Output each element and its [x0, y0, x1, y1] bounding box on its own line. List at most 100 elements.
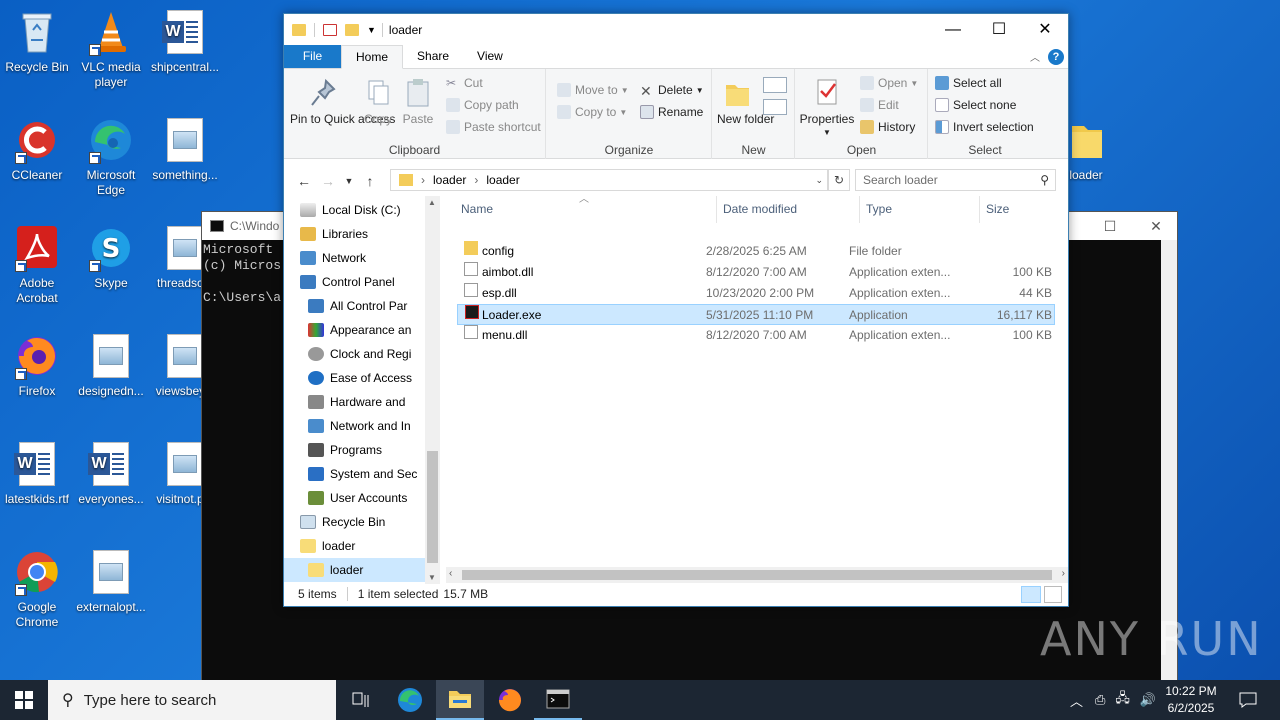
desktop-icon-edge[interactable]: Microsoft Edge	[74, 116, 148, 198]
breadcrumb-item[interactable]: loader	[486, 173, 519, 187]
column-header-name[interactable]: Name	[455, 196, 717, 223]
maximize-button[interactable]: ☐	[976, 14, 1022, 45]
properties-quick-icon[interactable]	[323, 23, 337, 36]
taskbar-cmd[interactable]	[534, 680, 582, 720]
nav-item-network[interactable]: Network	[300, 246, 425, 270]
tab-file[interactable]: File	[284, 45, 341, 68]
network-icon[interactable]: 🖧	[1115, 689, 1130, 711]
desktop-icon-something[interactable]: something...	[148, 116, 222, 183]
properties-button[interactable]: Properties ▼	[798, 77, 856, 139]
copy-button[interactable]: Copy	[360, 77, 396, 126]
nav-item-local-disk[interactable]: Local Disk (C:)	[300, 198, 425, 222]
desktop-icon-shipcentral[interactable]: W shipcentral...	[148, 8, 222, 75]
column-header-size[interactable]: Size	[980, 196, 1060, 223]
file-row[interactable]: esp.dll 10/23/2020 2:00 PM Application e…	[457, 283, 1055, 304]
meet-now-icon[interactable]: ⎙	[1095, 692, 1105, 708]
file-row-selected[interactable]: Loader.exe 5/31/2025 11:10 PM Applicatio…	[457, 304, 1055, 325]
nav-item-hardware[interactable]: Hardware and	[308, 390, 425, 414]
desktop-icon-designedn[interactable]: designedn...	[74, 332, 148, 399]
scroll-left-icon[interactable]: ‹	[449, 568, 452, 579]
desktop-icon-acrobat[interactable]: Adobe Acrobat	[0, 224, 74, 306]
scrollbar-thumb[interactable]	[462, 570, 1052, 580]
breadcrumb-item[interactable]: loader	[433, 173, 466, 187]
horizontal-scrollbar[interactable]: ‹ ›	[446, 567, 1068, 583]
tab-view[interactable]: View	[463, 45, 517, 68]
file-explorer-window[interactable]: ▼ loader — ☐ ✕ File Home Share View ︿ ? …	[283, 13, 1069, 607]
select-all-button[interactable]: Select all	[935, 76, 1002, 90]
desktop-icon-firefox[interactable]: Firefox	[0, 332, 74, 399]
edit-button[interactable]: Edit	[860, 98, 899, 112]
cmd-maximize-button[interactable]: ☐	[1087, 212, 1133, 240]
nav-item-appearance[interactable]: Appearance an	[308, 318, 425, 342]
search-input[interactable]: Search loader ⚲	[855, 169, 1056, 191]
nav-item-user-accounts[interactable]: User Accounts	[308, 486, 425, 510]
copy-to-button[interactable]: Copy to ▼	[557, 105, 627, 119]
open-button[interactable]: Open ▼	[860, 76, 918, 90]
desktop-icon-everyones[interactable]: W everyones...	[74, 440, 148, 507]
scroll-up-icon[interactable]: ▲	[428, 198, 436, 207]
nav-item-loader[interactable]: loader	[300, 534, 425, 558]
rename-button[interactable]: Rename	[640, 105, 703, 119]
scroll-right-icon[interactable]: ›	[1062, 568, 1065, 579]
new-item-icon[interactable]	[763, 77, 787, 93]
nav-item-network-internet[interactable]: Network and In	[308, 414, 425, 438]
refresh-icon[interactable]: ↻	[828, 169, 850, 191]
task-view-button[interactable]	[338, 680, 384, 720]
taskbar-firefox[interactable]	[486, 680, 534, 720]
nav-item-all-control-panel[interactable]: All Control Par	[308, 294, 425, 318]
address-dropdown-icon[interactable]: ⌄	[815, 175, 823, 186]
tab-share[interactable]: Share	[403, 45, 463, 68]
collapse-ribbon-icon[interactable]: ︿	[1030, 49, 1040, 64]
new-folder-quick-icon[interactable]	[345, 23, 359, 36]
move-to-button[interactable]: Move to ▼	[557, 83, 629, 97]
close-button[interactable]: ✕	[1022, 14, 1068, 45]
details-view-icon[interactable]	[1021, 586, 1041, 603]
navigation-scrollbar[interactable]: ▲ ▼	[425, 196, 440, 584]
file-row[interactable]: config 2/28/2025 6:25 AM File folder	[457, 241, 1055, 262]
nav-item-recycle-bin[interactable]: Recycle Bin	[300, 510, 425, 534]
desktop-icon-skype[interactable]: S Skype	[74, 224, 148, 291]
new-folder-button[interactable]: New folder	[717, 77, 774, 126]
history-button[interactable]: History	[860, 120, 915, 134]
start-button[interactable]	[0, 680, 48, 720]
nav-item-control-panel[interactable]: Control Panel	[300, 270, 425, 294]
copy-path-button[interactable]: Copy path	[446, 98, 519, 112]
help-icon[interactable]: ?	[1048, 49, 1064, 65]
quick-access-dropdown-icon[interactable]: ▼	[367, 25, 376, 35]
scroll-down-icon[interactable]: ▼	[428, 573, 436, 582]
nav-item-libraries[interactable]: Libraries	[300, 222, 425, 246]
cut-button[interactable]: ✂ Cut	[446, 76, 483, 90]
invert-selection-button[interactable]: Invert selection	[935, 120, 1034, 134]
scrollbar-thumb[interactable]	[427, 451, 438, 563]
nav-item-clock-region[interactable]: Clock and Regi	[308, 342, 425, 366]
nav-item-programs[interactable]: Programs	[308, 438, 425, 462]
recent-locations-chevron-icon[interactable]: ▼	[340, 176, 358, 186]
column-header-date[interactable]: Date modified	[717, 196, 860, 223]
easy-access-icon[interactable]	[763, 99, 787, 115]
tab-home[interactable]: Home	[341, 45, 404, 69]
show-hidden-icons-chevron-icon[interactable]: ︿	[1070, 691, 1083, 710]
file-row[interactable]: aimbot.dll 8/12/2020 7:00 AM Application…	[457, 262, 1055, 283]
forward-arrow-icon[interactable]: →	[316, 173, 340, 189]
back-arrow-icon[interactable]: ←	[292, 173, 316, 189]
file-row[interactable]: menu.dll 8/12/2020 7:00 AM Application e…	[457, 325, 1055, 346]
nav-item-ease-of-access[interactable]: Ease of Access	[308, 366, 425, 390]
volume-icon[interactable]: 🔊	[1140, 692, 1156, 708]
cmd-close-button[interactable]: ✕	[1133, 212, 1179, 240]
action-center-button[interactable]	[1232, 680, 1264, 720]
desktop-icon-vlc[interactable]: VLC media player	[74, 8, 148, 90]
taskbar-search-input[interactable]: ⚲ Type here to search	[48, 680, 336, 720]
taskbar-edge[interactable]	[386, 680, 434, 720]
select-none-button[interactable]: Select none	[935, 98, 1016, 112]
taskbar-file-explorer[interactable]	[436, 680, 484, 720]
nav-item-system-security[interactable]: System and Sec	[308, 462, 425, 486]
nav-item-loader-selected[interactable]: loader	[284, 558, 425, 582]
delete-button[interactable]: ✕ Delete ▼	[640, 83, 704, 99]
minimize-button[interactable]: —	[930, 14, 976, 45]
desktop-icon-recycle-bin[interactable]: Recycle Bin	[0, 8, 74, 75]
column-header-type[interactable]: Type	[860, 196, 980, 223]
desktop-icon-externalopt[interactable]: externalopt...	[74, 548, 148, 615]
paste-button[interactable]: Paste	[400, 77, 436, 126]
desktop-icon-chrome[interactable]: Google Chrome	[0, 548, 74, 630]
up-arrow-icon[interactable]: ↑	[358, 173, 382, 189]
